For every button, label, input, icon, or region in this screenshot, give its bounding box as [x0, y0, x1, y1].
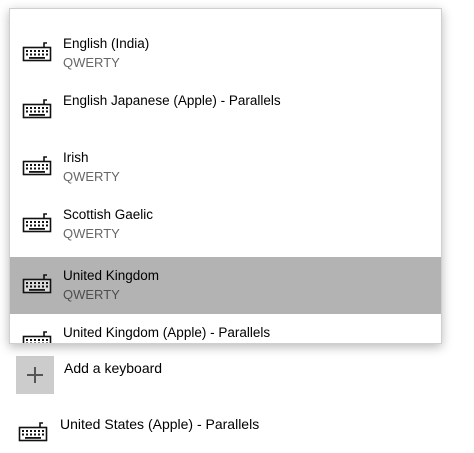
keyboard-icon [22, 97, 52, 119]
list-item-english-japanese[interactable]: English Japanese (Apple) - Parallels [10, 82, 441, 139]
list-item-united-kingdom-apple[interactable]: United Kingdom (Apple) - Parallels [10, 314, 441, 343]
add-keyboard-tile[interactable] [16, 356, 54, 394]
keyboard-layout: QWERTY [63, 169, 120, 184]
keyboard-name: United Kingdom (Apple) - Parallels [63, 325, 271, 340]
keyboard-name: Irish [63, 150, 89, 165]
installed-keyboard-label: United States (Apple) - Parallels [60, 416, 260, 432]
keyboard-name: English Japanese (Apple) - Parallels [63, 93, 281, 108]
keyboard-name: United Kingdom [63, 268, 160, 283]
keyboard-layout: QWERTY [63, 287, 120, 302]
keyboard-name: Scottish Gaelic [63, 207, 154, 222]
list-item-united-kingdom[interactable]: United Kingdom QWERTY [10, 257, 441, 314]
add-keyboard-button[interactable]: Add a keyboard [16, 356, 316, 396]
plus-icon [27, 367, 43, 383]
keyboard-name: English (India) [63, 36, 150, 51]
keyboard-layout: QWERTY [63, 55, 120, 70]
keyboard-layout: QWERTY [63, 226, 120, 241]
keyboard-icon [22, 40, 52, 62]
list-item-irish[interactable]: Irish QWERTY [10, 139, 441, 196]
add-keyboard-label: Add a keyboard [64, 360, 163, 376]
keyboard-icon [22, 329, 52, 343]
list-item-scottish-gaelic[interactable]: Scottish Gaelic QWERTY [10, 196, 441, 253]
keyboard-icon [22, 154, 52, 176]
keyboard-icon [18, 420, 48, 442]
keyboard-dropdown-list[interactable]: English (India) QWERTY English Japanese … [9, 8, 442, 344]
list-item-english-india[interactable]: English (India) QWERTY [10, 25, 441, 82]
keyboard-icon [22, 211, 52, 233]
keyboard-icon [22, 272, 52, 294]
installed-keyboard-item[interactable]: United States (Apple) - Parallels [16, 414, 416, 446]
